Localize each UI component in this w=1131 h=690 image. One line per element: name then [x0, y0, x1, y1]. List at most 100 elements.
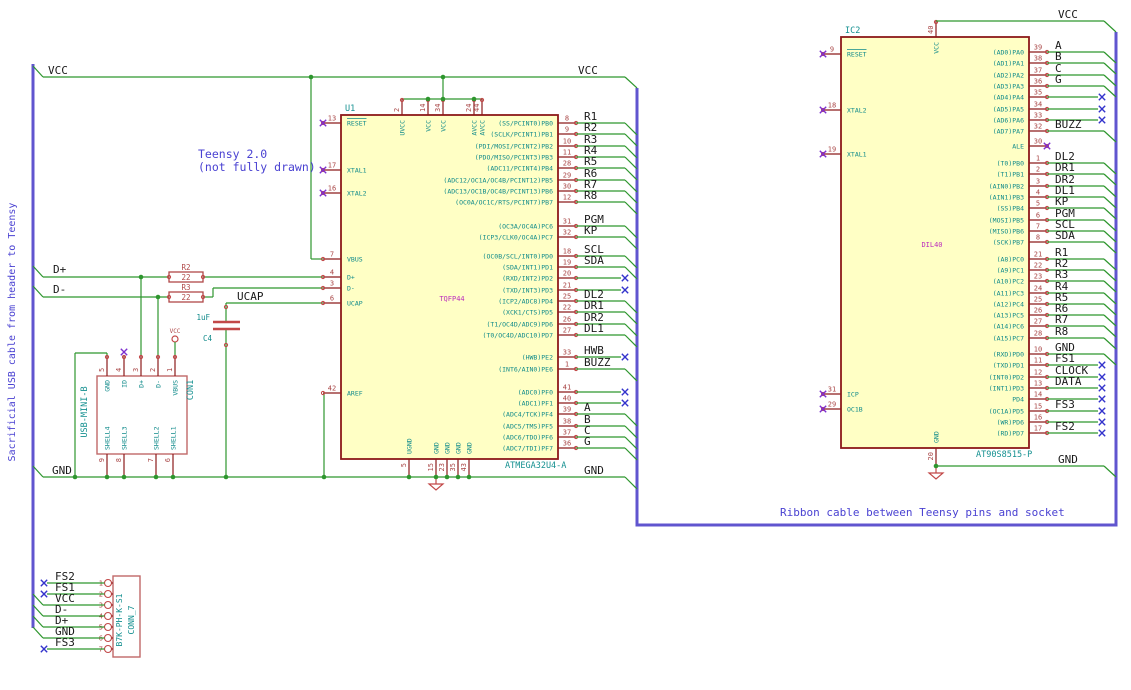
net-label-vcc[interactable]: VCC: [48, 64, 68, 77]
note-teensy[interactable]: (not fully drawn): [198, 160, 316, 174]
net-label-FS2[interactable]: FS2: [1055, 420, 1075, 433]
pin-number: 35: [1034, 89, 1042, 97]
bus-entry[interactable]: [624, 201, 638, 215]
net-label-dplus[interactable]: D+: [53, 263, 67, 276]
bus-entry[interactable]: [624, 76, 638, 89]
resistor-ref[interactable]: R3: [181, 283, 190, 292]
net-label-KP[interactable]: KP: [584, 224, 598, 237]
note-ribbon[interactable]: Ribbon cable between Teensy pins and soc…: [780, 506, 1065, 519]
bus-entry[interactable]: [624, 413, 638, 427]
capacitor-ref[interactable]: C4: [203, 334, 213, 343]
bus-entry[interactable]: [1103, 62, 1117, 75]
net-label-vcc[interactable]: VCC: [1058, 8, 1078, 21]
net-label-FS3[interactable]: FS3: [55, 636, 75, 649]
note-sacrificial[interactable]: Sacrificial USB cable from header to Tee…: [7, 203, 18, 462]
bus-entry[interactable]: [624, 236, 638, 250]
bus-entry[interactable]: [1103, 314, 1117, 327]
pin-number: 34: [1034, 101, 1042, 109]
net-label-R8[interactable]: R8: [584, 189, 597, 202]
resistor-value[interactable]: 22: [181, 293, 190, 302]
bus-entry[interactable]: [624, 334, 638, 348]
net-label-gnd[interactable]: GND: [52, 464, 72, 477]
resistor-ref[interactable]: R2: [181, 263, 190, 272]
bus-entry[interactable]: [624, 323, 638, 337]
bus-entry[interactable]: [624, 266, 638, 280]
net-label-G[interactable]: G: [584, 435, 591, 448]
net-label-dminus[interactable]: D-: [53, 283, 66, 296]
bus-entry[interactable]: [1103, 20, 1117, 33]
bus-entry[interactable]: [624, 225, 638, 239]
bus-entry[interactable]: [624, 122, 638, 136]
bus-entry[interactable]: [32, 626, 44, 639]
bus-entry[interactable]: [1103, 258, 1117, 271]
net-label-G[interactable]: G: [1055, 73, 1062, 86]
bus-entry[interactable]: [1103, 185, 1117, 198]
bus-entry[interactable]: [624, 156, 638, 170]
bus-entry[interactable]: [1103, 130, 1117, 143]
net-label-BUZZ[interactable]: BUZZ: [584, 356, 611, 369]
bus-entry[interactable]: [1103, 173, 1117, 186]
bus-entry[interactable]: [624, 167, 638, 181]
bus-entry[interactable]: [1103, 207, 1117, 220]
right_ic-value[interactable]: AT90S8515-P: [976, 450, 1032, 460]
net-label-BUZZ[interactable]: BUZZ: [1055, 118, 1082, 131]
net-label-FS3[interactable]: FS3: [1055, 398, 1075, 411]
resistor-value[interactable]: 22: [181, 273, 190, 282]
bus-entry[interactable]: [1103, 230, 1117, 243]
conn7-value[interactable]: B7K-PH-K-S1: [115, 593, 124, 646]
pin-name: (ADC1)PF1: [518, 400, 553, 408]
bus-entry[interactable]: [1103, 337, 1117, 350]
bus-entry[interactable]: [624, 179, 638, 193]
bus-entry[interactable]: [1103, 325, 1117, 338]
net-label-SDA[interactable]: SDA: [584, 254, 604, 267]
capacitor-value[interactable]: 1uF: [196, 313, 210, 322]
bus-entry[interactable]: [624, 255, 638, 269]
left_ic-value[interactable]: ATMEGA32U4-A: [505, 461, 566, 471]
junction-dot: [440, 74, 446, 80]
bus-entry[interactable]: [624, 145, 638, 159]
net-label-DL1[interactable]: DL1: [584, 322, 604, 335]
bus-entry[interactable]: [624, 190, 638, 204]
net-label-SDA[interactable]: SDA: [1055, 229, 1075, 242]
bus-entry[interactable]: [624, 447, 638, 461]
bus-entry[interactable]: [1103, 292, 1117, 305]
pin-name: (SS)PB4: [997, 205, 1024, 213]
pin-number: 15: [1034, 403, 1042, 411]
bus-entry[interactable]: [624, 133, 638, 147]
net-label-ucap[interactable]: UCAP: [237, 290, 264, 303]
bus-entry[interactable]: [1103, 196, 1117, 209]
bus-entry[interactable]: [1103, 74, 1117, 87]
usb-connector-value[interactable]: USB-MINI-B: [80, 386, 90, 437]
bus-entry[interactable]: [1103, 241, 1117, 254]
bus-entry[interactable]: [1103, 162, 1117, 175]
pin-number: 29: [828, 401, 836, 409]
left_ic-ref[interactable]: U1: [345, 104, 355, 114]
bus-entry[interactable]: [624, 476, 638, 490]
note-teensy[interactable]: Teensy 2.0: [198, 147, 267, 161]
conn7-ref[interactable]: CONN_7: [127, 605, 136, 634]
bus-entry[interactable]: [1103, 85, 1117, 98]
bus-entry[interactable]: [1103, 353, 1117, 366]
connector-pad: [103, 644, 113, 654]
bus-entry[interactable]: [624, 300, 638, 314]
bus-entry[interactable]: [624, 425, 638, 439]
pin-number: 14: [1034, 391, 1042, 399]
bus-entry[interactable]: [1103, 269, 1117, 282]
bus-entry[interactable]: [1103, 219, 1117, 232]
bus-entry[interactable]: [1103, 465, 1117, 478]
net-label-R8[interactable]: R8: [1055, 325, 1068, 338]
net-label-vcc[interactable]: VCC: [578, 64, 598, 77]
bus-entry[interactable]: [624, 311, 638, 325]
bus-entry[interactable]: [624, 436, 638, 450]
net-label-gnd[interactable]: GND: [584, 464, 604, 477]
pin-name: GND: [433, 442, 441, 454]
net-label-DATA[interactable]: DATA: [1055, 375, 1082, 388]
usb-connector-ref[interactable]: CON1: [186, 380, 196, 400]
pin-number: 25: [1034, 296, 1042, 304]
bus-entry[interactable]: [1103, 303, 1117, 316]
bus-entry[interactable]: [1103, 280, 1117, 293]
bus-entry[interactable]: [624, 368, 638, 382]
right_ic-ref[interactable]: IC2: [845, 26, 860, 36]
bus-entry[interactable]: [1103, 51, 1117, 64]
net-label-gnd[interactable]: GND: [1058, 453, 1078, 466]
